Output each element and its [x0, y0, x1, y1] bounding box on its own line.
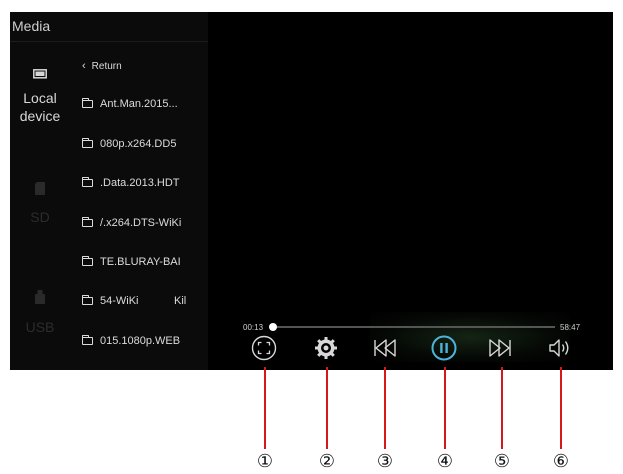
file-name: TE.BLURAY-BAI	[100, 256, 181, 268]
skip-next-icon	[489, 339, 511, 357]
return-label: Return	[91, 60, 122, 72]
media-player-screen: Media Local device SD USB ‹ Return Ant.M…	[10, 12, 613, 370]
seek-bar[interactable]	[269, 323, 555, 331]
source-sd[interactable]: SD	[10, 182, 70, 226]
list-item[interactable]: 54-WiKi	[81, 295, 139, 307]
folder-icon	[81, 256, 93, 266]
list-item[interactable]: 080p.x264.DD5	[81, 138, 177, 150]
gear-icon	[315, 337, 337, 359]
volume-button[interactable]	[547, 335, 573, 361]
callout-number-2: ②	[318, 451, 336, 472]
usb-icon	[10, 290, 70, 309]
source-label-local: Local device	[19, 90, 61, 124]
media-sidebar: Media Local device SD USB ‹ Return Ant.M…	[10, 12, 208, 370]
callout-number-4: ④	[436, 451, 454, 472]
fullscreen-icon	[251, 335, 277, 361]
media-title: Media	[12, 18, 51, 34]
video-frame	[370, 312, 570, 362]
total-time: 58:47	[560, 323, 581, 332]
callout-line-6	[560, 367, 562, 449]
chevron-left-icon: ‹	[82, 60, 86, 72]
return-button[interactable]: ‹ Return	[82, 60, 122, 72]
list-item[interactable]: 015.1080p.WEB	[81, 335, 181, 347]
file-name: Ant.Man.2015...	[100, 98, 178, 110]
settings-button[interactable]	[313, 335, 339, 361]
callout-line-5	[501, 367, 503, 449]
source-local-device[interactable]: Local device	[10, 67, 70, 125]
folder-icon	[81, 177, 93, 187]
file-name: 080p.x264.DD5	[100, 138, 177, 150]
callout-number-5: ⑤	[493, 451, 511, 472]
file-list: ‹ Return Ant.Man.2015... 080p.x264.DD5 .…	[72, 12, 208, 370]
sd-card-icon	[10, 182, 70, 200]
volume-icon	[549, 339, 569, 357]
folder-icon	[81, 295, 93, 305]
seek-handle[interactable]	[269, 323, 278, 331]
skip-previous-icon	[374, 339, 396, 357]
monitor-icon	[10, 67, 70, 85]
folder-icon	[81, 335, 93, 345]
list-item[interactable]: TE.BLURAY-BAI	[81, 256, 181, 268]
file-name: /.x264.DTS-WiKi	[100, 217, 182, 229]
callout-number-6: ⑥	[552, 451, 570, 472]
callout-number-3: ③	[376, 451, 394, 472]
callout-line-1	[264, 367, 266, 449]
folder-icon	[81, 217, 93, 227]
callout-line-4	[444, 367, 446, 449]
fullscreen-button[interactable]	[251, 335, 277, 361]
current-time: 00:13	[243, 323, 264, 332]
source-label-usb: USB	[25, 319, 55, 335]
callout-line-3	[384, 367, 386, 449]
file-name: .Data.2013.HDT	[100, 177, 180, 189]
next-button[interactable]	[488, 335, 514, 361]
file-name: 015.1080p.WEB	[100, 335, 181, 347]
list-item[interactable]: .Data.2013.HDT	[81, 177, 180, 189]
previous-button[interactable]	[371, 335, 397, 361]
pause-icon	[431, 335, 457, 361]
callout-line-2	[326, 367, 328, 449]
source-label-sd: SD	[30, 209, 50, 225]
list-item[interactable]: /.x264.DTS-WiKi	[81, 217, 182, 229]
callout-number-1: ①	[256, 451, 274, 472]
list-item[interactable]: Ant.Man.2015...	[81, 98, 178, 110]
overlapping-text: Kil	[174, 295, 187, 307]
folder-icon	[81, 98, 93, 108]
pause-button[interactable]	[431, 335, 457, 361]
folder-icon	[81, 138, 93, 148]
file-name: 54-WiKi	[100, 295, 139, 307]
source-usb[interactable]: USB	[10, 290, 70, 336]
